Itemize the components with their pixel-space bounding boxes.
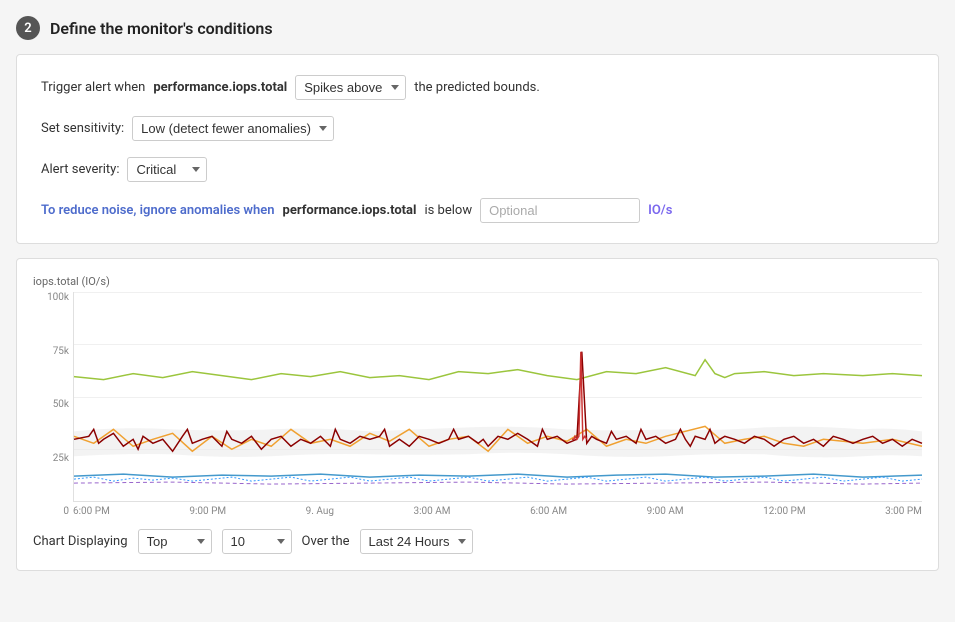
x-label-6: 9:00 AM bbox=[647, 506, 684, 517]
x-label-5: 6:00 AM bbox=[530, 506, 567, 517]
trigger-row: Trigger alert when performance.iops.tota… bbox=[41, 75, 914, 100]
x-label-4: 3:00 AM bbox=[414, 506, 451, 517]
chart-svg bbox=[74, 292, 922, 501]
x-label-3: 9. Aug bbox=[306, 506, 334, 517]
y-label-0: 0 bbox=[35, 506, 69, 517]
chart-footer: Chart Displaying Top Bottom 5 10 25 50 O… bbox=[33, 529, 922, 554]
noise-mid: is below bbox=[424, 203, 472, 218]
trigger-prefix: Trigger alert when bbox=[41, 80, 145, 95]
chart-displaying-label: Chart Displaying bbox=[33, 534, 128, 549]
noise-row: To reduce noise, ignore anomalies when p… bbox=[41, 198, 914, 223]
chart-count-select[interactable]: 5 10 25 50 bbox=[222, 529, 292, 554]
noise-metric: performance.iops.total bbox=[283, 203, 417, 218]
chart-y-label: iops.total (IO/s) bbox=[33, 275, 922, 288]
sensitivity-select[interactable]: Low (detect fewer anomalies) Medium High bbox=[132, 116, 334, 141]
severity-label: Alert severity: bbox=[41, 162, 119, 177]
chart-area bbox=[73, 292, 922, 502]
spike-select[interactable]: Spikes above Drops below Changes bbox=[295, 75, 406, 100]
y-label-100k: 100k bbox=[35, 292, 69, 303]
x-label-2: 9:00 PM bbox=[189, 506, 226, 517]
severity-row: Alert severity: Critical Warning Info bbox=[41, 157, 914, 182]
y-label-25k: 25k bbox=[35, 453, 69, 464]
severity-select[interactable]: Critical Warning Info bbox=[127, 157, 207, 182]
sensitivity-label: Set sensitivity: bbox=[41, 121, 124, 136]
y-axis-labels: 100k 75k 50k 25k 0 bbox=[35, 292, 69, 517]
optional-input[interactable] bbox=[480, 198, 640, 223]
sensitivity-row: Set sensitivity: Low (detect fewer anoma… bbox=[41, 116, 914, 141]
y-label-50k: 50k bbox=[35, 399, 69, 410]
step-badge: 2 bbox=[16, 16, 40, 40]
noise-prefix: To reduce noise, ignore anomalies when bbox=[41, 203, 275, 218]
chart-range-select[interactable]: Last 24 Hours Last 7 Days Last 30 Days bbox=[360, 529, 473, 554]
x-axis-labels: 6:00 PM 9:00 PM 9. Aug 3:00 AM 6:00 AM 9… bbox=[73, 502, 922, 517]
chart-card: iops.total (IO/s) 100k 75k 50k 25k 0 bbox=[16, 258, 939, 571]
chart-wrapper: 100k 75k 50k 25k 0 bbox=[73, 292, 922, 517]
x-label-8: 3:00 PM bbox=[885, 506, 922, 517]
unit-label: IO/s bbox=[648, 203, 672, 218]
conditions-card: Trigger alert when performance.iops.tota… bbox=[16, 54, 939, 244]
chart-display-select[interactable]: Top Bottom bbox=[138, 529, 212, 554]
trigger-suffix: the predicted bounds. bbox=[414, 80, 540, 95]
x-label-1: 6:00 PM bbox=[73, 506, 110, 517]
over-the-label: Over the bbox=[302, 534, 350, 549]
section-title: Define the monitor's conditions bbox=[50, 19, 273, 38]
y-label-75k: 75k bbox=[35, 346, 69, 357]
x-label-7: 12:00 PM bbox=[763, 506, 805, 517]
trigger-metric: performance.iops.total bbox=[153, 80, 287, 95]
section-header: 2 Define the monitor's conditions bbox=[16, 16, 939, 40]
